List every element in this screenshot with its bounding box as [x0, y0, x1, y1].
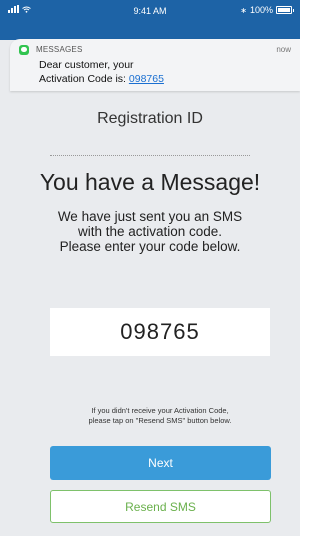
- notification-code-prefix: Activation Code is:: [39, 73, 129, 85]
- resend-note-line-2: please tap on "Resend SMS" button below.: [88, 416, 232, 425]
- activation-code-value: 098765: [120, 319, 200, 344]
- message-headline: You have a Message!: [39, 169, 261, 195]
- next-button[interactable]: Next: [50, 446, 271, 480]
- notification-time: now: [276, 45, 291, 54]
- instruction-line-1: We have just sent you an SMS: [57, 209, 243, 224]
- resend-sms-button[interactable]: Resend SMS: [50, 490, 271, 523]
- resend-note-line-1: If you didn't receive your Activation Co…: [91, 406, 229, 415]
- resend-note: If you didn't receive your Activation Co…: [40, 406, 280, 426]
- phone-screen: 9:41 AM ∗ 100% MESSAGES now Dear custome…: [0, 0, 300, 536]
- battery-icon: [276, 6, 292, 14]
- messages-app-icon: [19, 45, 29, 55]
- status-bar: 9:41 AM ∗ 100%: [0, 0, 300, 20]
- bluetooth-icon: ∗: [240, 5, 247, 15]
- sms-notification[interactable]: MESSAGES now Dear customer, your Activat…: [10, 39, 300, 91]
- instruction-line-2: with the activation code.: [77, 224, 223, 239]
- notification-code-link[interactable]: 098765: [129, 73, 164, 85]
- page-title: Registration ID: [97, 110, 203, 127]
- instruction-line-3: Please enter your code below.: [59, 239, 241, 254]
- notification-line-1: Dear customer, your: [39, 59, 134, 71]
- instructions: We have just sent you an SMS with the ac…: [40, 209, 260, 254]
- divider: [50, 155, 250, 156]
- notification-line-2: Activation Code is: 098765: [39, 72, 164, 86]
- notification-app-name: MESSAGES: [36, 45, 83, 54]
- activation-code-input[interactable]: 098765: [50, 308, 270, 356]
- battery-tip: [293, 8, 294, 12]
- status-right: ∗ 100%: [240, 5, 294, 15]
- notification-body: Dear customer, your Activation Code is: …: [39, 58, 164, 86]
- battery-percent: 100%: [249, 5, 273, 15]
